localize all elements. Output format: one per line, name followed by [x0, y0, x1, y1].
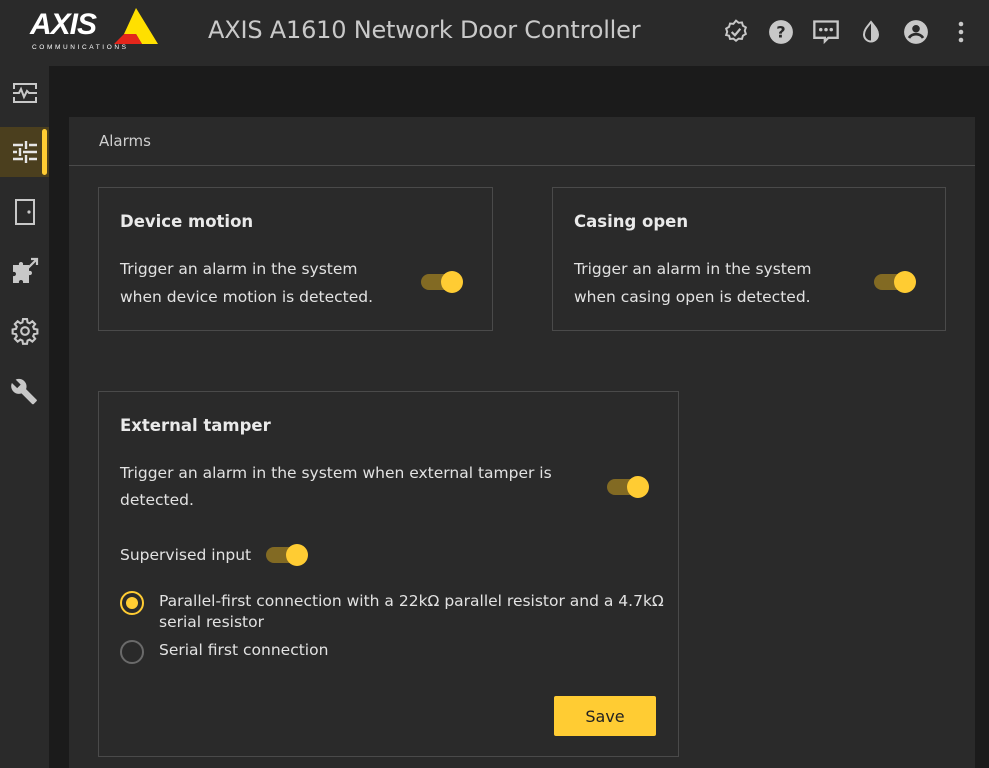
device-motion-card: Device motion Trigger an alarm in the sy…: [98, 187, 493, 331]
door-icon: [14, 199, 35, 225]
top-bar: AXIS COMMUNICATIONS AXIS A1610 Network D…: [0, 0, 989, 66]
svg-text:?: ?: [776, 22, 785, 41]
logo-subtitle: COMMUNICATIONS: [32, 44, 129, 51]
radio-parallel-first[interactable]: Parallel-first connection with a 22kΩ pa…: [120, 591, 664, 633]
alarms-panel: Alarms Device motion Trigger an alarm in…: [69, 117, 975, 768]
feedback-icon[interactable]: [812, 18, 840, 46]
external-tamper-desc-line1: Trigger an alarm in the system when exte…: [120, 464, 552, 482]
toggle-knob: [627, 476, 649, 498]
help-icon[interactable]: ?: [767, 18, 795, 46]
casing-open-toggle[interactable]: [874, 270, 916, 294]
radio-button-checked[interactable]: [120, 591, 144, 615]
toggle-knob: [441, 271, 463, 293]
app-title: AXIS A1610 Network Door Controller: [208, 16, 641, 44]
external-tamper-title: External tamper: [120, 416, 271, 435]
sidebar-item-system[interactable]: [0, 306, 49, 356]
casing-open-desc-line1: Trigger an alarm in the system: [574, 260, 812, 278]
panel-title: Alarms: [69, 117, 975, 166]
external-tamper-desc-line2: detected.: [120, 491, 194, 509]
theme-contrast-icon[interactable]: [857, 18, 885, 46]
account-icon[interactable]: [902, 18, 930, 46]
radio-label-line1: Parallel-first connection with a 22kΩ pa…: [159, 592, 664, 610]
casing-open-title: Casing open: [574, 212, 689, 231]
supervised-input-label: Supervised input: [120, 546, 252, 564]
device-motion-desc-line2: when device motion is detected.: [120, 288, 374, 306]
save-button[interactable]: Save: [554, 696, 656, 736]
external-tamper-card: External tamper Trigger an alarm in the …: [98, 391, 679, 757]
toggle-knob: [286, 544, 308, 566]
radio-button-unchecked[interactable]: [120, 640, 144, 664]
supervised-input-toggle[interactable]: [266, 543, 308, 567]
status-monitor-icon: [12, 83, 37, 103]
sidebar-item-settings[interactable]: [0, 127, 49, 177]
sidebar-item-maintenance[interactable]: [0, 366, 49, 416]
sidebar-item-door[interactable]: [0, 187, 49, 237]
logo-triangle-icon: [114, 8, 158, 44]
sidebar-item-apps[interactable]: [0, 246, 49, 296]
device-motion-title: Device motion: [120, 212, 254, 231]
radio-label: Serial first connection: [159, 641, 329, 659]
external-tamper-toggle[interactable]: [607, 475, 649, 499]
sliders-icon: [12, 141, 37, 163]
toggle-knob: [894, 271, 916, 293]
radio-label: Parallel-first connection with a 22kΩ pa…: [159, 591, 664, 633]
more-vert-icon[interactable]: [947, 18, 975, 46]
sidebar-item-status[interactable]: [0, 68, 49, 118]
casing-open-desc-line2: when casing open is detected.: [574, 288, 811, 306]
radio-label-line2: serial resistor: [159, 613, 264, 631]
verified-badge-icon[interactable]: [722, 18, 750, 46]
wrench-icon: [10, 378, 37, 405]
puzzle-icon: [12, 257, 38, 283]
axis-logo: AXIS COMMUNICATIONS: [30, 8, 158, 56]
device-motion-desc-line1: Trigger an alarm in the system: [120, 260, 358, 278]
gear-icon: [11, 318, 38, 345]
casing-open-card: Casing open Trigger an alarm in the syst…: [552, 187, 946, 331]
radio-serial-first[interactable]: Serial first connection: [120, 640, 328, 664]
top-icons: ?: [722, 18, 975, 46]
sidebar: [0, 66, 49, 768]
logo-wordmark: AXIS: [30, 8, 97, 41]
device-motion-toggle[interactable]: [421, 270, 463, 294]
